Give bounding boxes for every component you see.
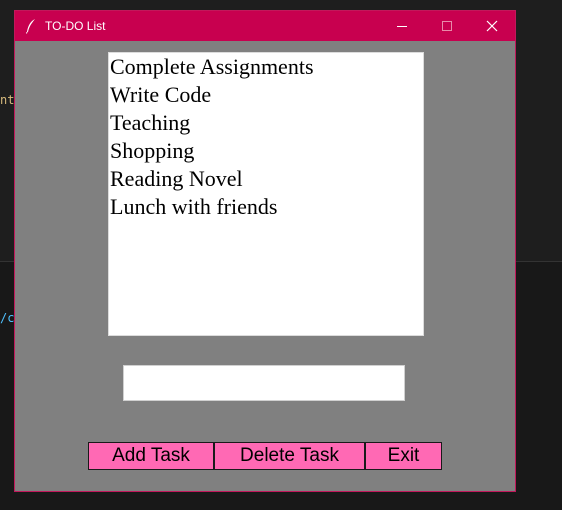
list-item[interactable]: Lunch with friends (109, 193, 423, 221)
close-button[interactable] (470, 11, 514, 41)
maximize-icon (441, 17, 453, 36)
list-item[interactable]: Shopping (109, 137, 423, 165)
minimize-button[interactable] (380, 11, 424, 41)
list-item[interactable]: Complete Assignments (109, 53, 423, 81)
todo-window: TO-DO List Complete Assignments Write Co… (14, 10, 516, 492)
task-input[interactable] (123, 365, 405, 401)
exit-button[interactable]: Exit (365, 442, 442, 470)
task-listbox[interactable]: Complete Assignments Write Code Teaching… (108, 52, 424, 336)
list-item[interactable]: Teaching (109, 109, 423, 137)
title-bar[interactable]: TO-DO List (15, 11, 515, 41)
window-title: TO-DO List (45, 19, 106, 33)
list-item[interactable]: Reading Novel (109, 165, 423, 193)
feather-icon (25, 18, 37, 34)
list-item[interactable]: Write Code (109, 81, 423, 109)
background-code-fragment: nt (0, 93, 15, 107)
maximize-button[interactable] (425, 11, 469, 41)
add-task-button[interactable]: Add Task (88, 442, 214, 470)
minimize-icon (396, 17, 408, 36)
close-icon (486, 17, 498, 36)
delete-task-button[interactable]: Delete Task (214, 442, 365, 470)
